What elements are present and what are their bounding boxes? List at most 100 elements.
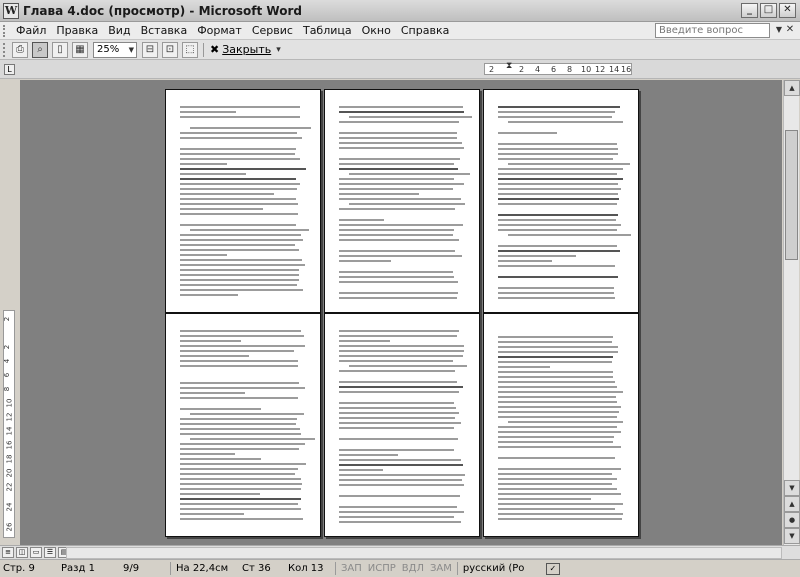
text-line [180,106,301,108]
text-line [180,478,302,480]
previous-page-icon[interactable]: ▲ [784,496,800,512]
toolbar-options-icon[interactable]: ▾ [276,45,281,55]
menu-edit[interactable]: Правка [51,24,103,37]
tab-selector-icon[interactable]: L [4,64,15,75]
text-line [498,508,616,510]
toolbar-grip-handle[interactable] [3,42,7,57]
status-language[interactable]: русский (Ро [460,563,542,574]
page-thumbnail-9[interactable] [483,313,639,537]
status-extend-selection[interactable]: ВДЛ [399,563,427,574]
text-line [180,289,303,291]
text-line [339,443,465,446]
v-ruler-number: 24 [5,502,14,512]
text-line [339,375,465,378]
help-dropdown-arrow-icon[interactable]: ▼ [776,25,782,34]
vertical-scrollbar[interactable]: ▲ ▼ ▲ ● ▼ [783,80,800,545]
text-line [498,292,615,294]
spelling-check-icon[interactable]: ✓ [545,562,560,575]
view-ruler-icon[interactable]: ⊟ [142,41,158,58]
page-thumbnail-7[interactable] [165,313,321,537]
menu-help[interactable]: Справка [396,24,454,37]
text-line [339,391,460,393]
print-icon[interactable]: ⎙ [12,41,28,58]
browse-object-icon[interactable]: ● [784,512,800,528]
scrollbar-thumb[interactable] [785,130,798,260]
menu-window[interactable]: Окно [357,24,396,37]
status-section: Разд 1 [61,563,95,574]
web-layout-icon[interactable]: ◫ [16,547,28,558]
normal-view-icon[interactable]: ≡ [2,547,14,558]
document-close-icon[interactable]: ✕ [784,24,796,36]
text-line [339,271,454,273]
menu-table[interactable]: Таблица [298,24,357,37]
text-line [498,178,623,180]
outline-view-icon[interactable]: ☰ [44,547,56,558]
print-preview-area[interactable] [20,80,782,545]
horizontal-scrollbar[interactable] [66,547,782,559]
text-line [180,111,237,113]
multiple-pages-icon[interactable]: ▦ [72,41,88,58]
text-line [180,397,299,399]
status-track-changes[interactable]: ИСПР [365,563,399,574]
v-ruler-number: 14 [5,426,14,436]
minimize-button[interactable]: _ [741,3,758,18]
print-layout-icon[interactable]: ▭ [30,547,42,558]
text-line [498,473,612,475]
full-screen-icon[interactable]: ⬚ [182,41,198,58]
v-ruler-number: 6 [3,372,12,378]
close-button[interactable]: ✕ [779,3,796,18]
text-line [339,265,465,268]
close-preview-label: Закрыть [222,43,272,56]
text-line [180,473,296,475]
zoom-select[interactable]: 25% ▼ [93,41,137,58]
menu-view[interactable]: Вид [103,24,135,37]
text-line [180,208,264,210]
next-page-icon[interactable]: ▼ [784,528,800,544]
scroll-down-icon[interactable]: ▼ [784,480,800,496]
one-page-icon[interactable]: ▯ [52,41,68,58]
help-question-input[interactable]: Введите вопрос [655,23,770,38]
text-line [339,350,465,352]
text-line [180,365,298,367]
page-thumbnail-6[interactable] [483,89,639,313]
status-overtype[interactable]: ЗАМ [427,563,455,574]
text-line [339,198,461,200]
text-line [349,203,466,205]
text-line [180,443,306,445]
status-record-macro[interactable]: ЗАП [338,563,365,574]
ruler-number: 12 [595,65,606,74]
text-line [339,126,465,129]
text-line [339,163,454,165]
text-line [498,276,618,278]
text-line [180,163,227,165]
text-line [498,446,621,448]
close-preview-button[interactable]: ✖ Закрыть [210,43,271,56]
page-text-block [498,106,631,299]
text-line [180,433,302,435]
status-page: Стр. 9 [3,563,35,574]
page-thumbnail-4[interactable] [165,89,321,313]
menu-grip-handle[interactable] [3,24,7,37]
text-line [498,483,612,485]
shrink-to-fit-icon[interactable]: ⊡ [162,41,178,58]
text-line [180,458,261,460]
text-line [498,297,616,299]
text-line [339,168,459,170]
text-line [498,265,616,267]
word-app-icon[interactable]: W [3,2,19,19]
menu-format[interactable]: Формат [192,24,247,37]
horizontal-ruler[interactable]: 2 ⧗ 2 4 6 8 10 12 14 16 [484,61,632,75]
vertical-ruler[interactable]: 2 2 4 6 8 10 12 14 16 18 20 22 24 26 [3,310,15,538]
page-thumbnail-5[interactable] [324,89,480,313]
text-line [180,249,300,251]
maximize-button[interactable]: □ [760,3,777,18]
menu-file[interactable]: Файл [11,24,51,37]
indent-marker-icon[interactable]: ⧗ [506,61,512,71]
menu-insert[interactable]: Вставка [136,24,193,37]
magnifier-icon[interactable]: ⌕ [32,41,48,58]
menu-tools[interactable]: Сервис [247,24,298,37]
text-line [339,412,459,414]
page-thumbnail-8[interactable] [324,313,480,537]
scroll-up-icon[interactable]: ▲ [784,80,800,96]
text-line [339,106,464,108]
